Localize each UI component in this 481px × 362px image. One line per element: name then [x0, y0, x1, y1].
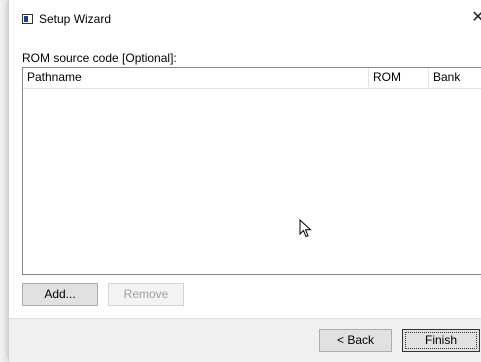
rom-source-label: ROM source code [Optional]:	[22, 51, 177, 65]
setup-wizard-window: Setup Wizard ✕ ROM source code [Optional…	[8, 0, 481, 362]
window-title: Setup Wizard	[39, 12, 112, 26]
finish-button[interactable]: Finish	[402, 329, 480, 352]
list-header: Pathname ROM Bank	[23, 68, 481, 89]
column-header-pathname[interactable]: Pathname	[23, 68, 369, 88]
column-header-rom[interactable]: ROM	[369, 68, 429, 88]
mouse-pointer-icon	[299, 219, 312, 238]
list-body[interactable]	[23, 89, 481, 274]
app-window-icon	[22, 14, 33, 24]
wizard-footer: < Back Finish	[9, 318, 481, 362]
title-bar: Setup Wizard ✕	[9, 0, 481, 36]
rom-source-list[interactable]: Pathname ROM Bank	[22, 67, 481, 275]
close-icon: ✕	[471, 9, 481, 26]
back-button[interactable]: < Back	[319, 329, 392, 352]
add-button[interactable]: Add...	[22, 283, 98, 306]
remove-button[interactable]: Remove	[108, 283, 184, 306]
close-button[interactable]: ✕	[467, 8, 481, 30]
column-header-bank[interactable]: Bank	[429, 68, 481, 88]
